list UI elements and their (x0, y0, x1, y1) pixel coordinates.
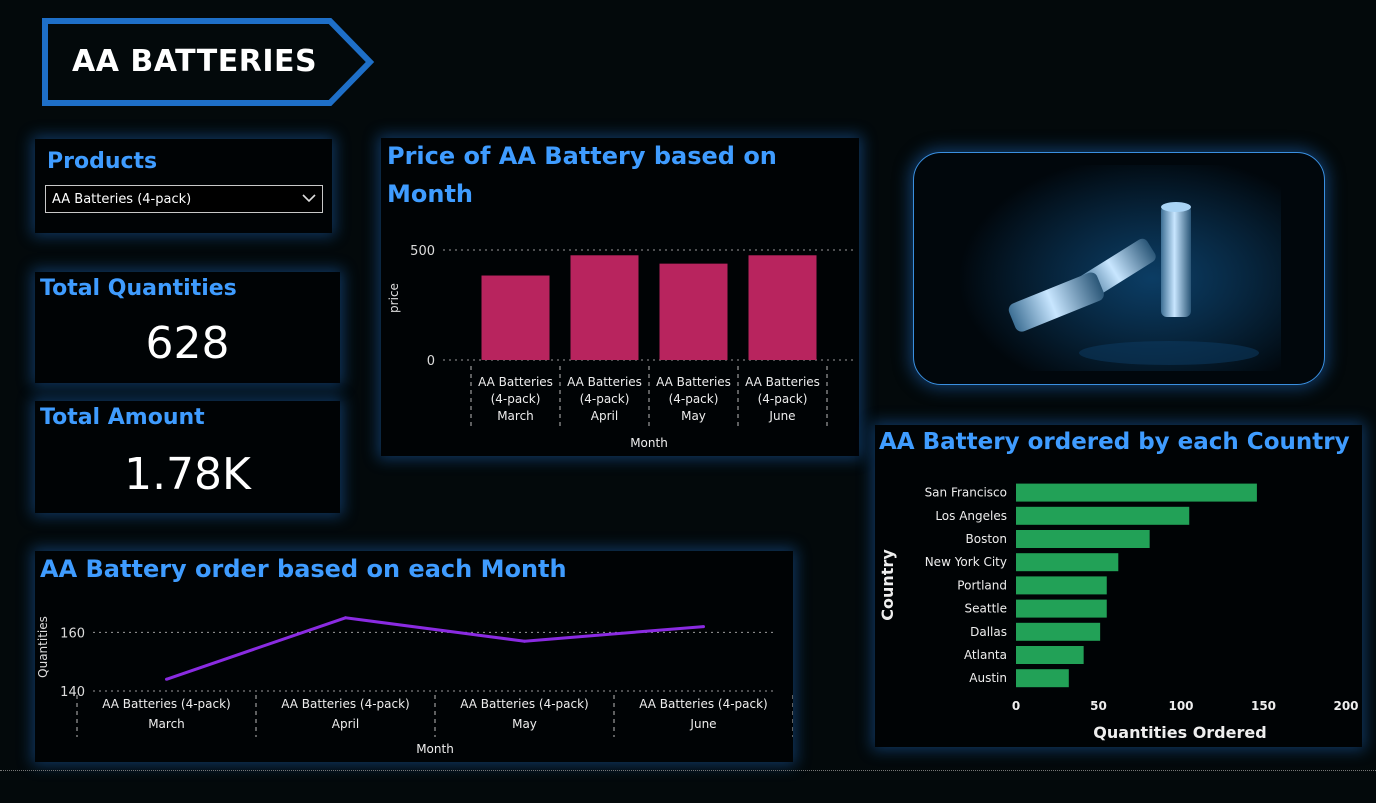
price-bar (748, 255, 817, 360)
country-bar (1016, 530, 1150, 548)
y-axis-label: Quantities (36, 616, 50, 678)
country-bar (1016, 669, 1069, 688)
country-label: Los Angeles (935, 509, 1007, 523)
bottom-divider (0, 770, 1376, 771)
x-tick-label: AA Batteries (745, 375, 820, 389)
total-amount-value: 1.78K (124, 449, 251, 500)
x-tick-label: March (148, 717, 185, 731)
total-amount-label: Total Amount (40, 405, 205, 430)
chevron-down-icon (302, 194, 316, 203)
quantity-point (165, 677, 168, 681)
x-tick-label: AA Batteries (4-pack) (639, 697, 768, 711)
quantity-point (523, 639, 526, 643)
price-bar (659, 263, 728, 360)
x-tick-label: AA Batteries (656, 375, 731, 389)
total-quantities-label: Total Quantities (40, 276, 237, 301)
x-axis-label: Month (630, 436, 668, 450)
battery-photo (913, 152, 1325, 385)
price-chart: 0 500 price AA Batteries (4-pack) March AA Bat… (387, 244, 855, 450)
country-chart-panel: AA Battery ordered by each Country San F… (875, 425, 1362, 747)
x-tick-label: 100 (1168, 699, 1193, 713)
y-axis-label: price (387, 283, 401, 313)
x-tick-label: 50 (1090, 699, 1107, 713)
quantity-point (344, 616, 347, 620)
country-bar-chart: San Francisco Los Angeles Boston New York C… (878, 483, 1359, 742)
country-label: Boston (966, 532, 1007, 546)
country-bar (1016, 599, 1107, 618)
dashboard-title: AA BATTERIES (72, 44, 318, 79)
country-label: Atlanta (964, 648, 1007, 662)
x-tick-label: (4-pack) (669, 392, 719, 406)
x-tick-label: May (681, 409, 706, 423)
x-axis-label: Month (416, 742, 454, 756)
x-tick-label: June (689, 717, 716, 731)
y-tick-label: 160 (60, 626, 85, 641)
y-tick-label: 0 (427, 354, 435, 369)
x-axis-label: Quantities Ordered (1093, 723, 1266, 742)
x-tick-label: AA Batteries (567, 375, 642, 389)
x-tick-label: (4-pack) (580, 392, 630, 406)
x-tick-label: AA Batteries (4-pack) (102, 697, 231, 711)
country-label: New York City (925, 555, 1007, 569)
x-tick-label: March (497, 409, 534, 423)
order-line-chart: 140 160 Quantities AA Batteries (4-pack) Mar… (36, 616, 793, 756)
products-filter-title: Products (47, 149, 158, 174)
quantity-line (166, 616, 704, 681)
x-tick-label: AA Batteries (478, 375, 553, 389)
total-quantities-card: Total Quantities 628 (35, 272, 340, 383)
country-bar (1016, 483, 1257, 502)
x-tick-label: May (512, 717, 537, 731)
x-tick-label: (4-pack) (758, 392, 808, 406)
x-tick-label: April (591, 409, 618, 423)
country-label: Seattle (965, 602, 1007, 616)
quantity-point (702, 625, 705, 629)
order-line-chart-panel: AA Battery order based on each Month 140… (35, 551, 793, 762)
total-quantities-value: 628 (145, 318, 230, 369)
country-label: Austin (969, 671, 1007, 685)
country-label: San Francisco (925, 486, 1007, 500)
x-tick-label: (4-pack) (491, 392, 541, 406)
x-tick-label: 0 (1012, 699, 1020, 713)
price-bar (481, 275, 550, 360)
x-tick-label: 200 (1333, 699, 1358, 713)
x-tick-label: June (768, 409, 795, 423)
y-axis-label: Country (878, 549, 897, 621)
price-bar (570, 255, 639, 360)
country-label: Dallas (970, 625, 1007, 639)
country-bar (1016, 622, 1101, 641)
product-dropdown[interactable]: AA Batteries (4-pack) (45, 185, 323, 213)
product-dropdown-value: AA Batteries (4-pack) (52, 192, 192, 207)
total-amount-card: Total Amount 1.78K (35, 401, 340, 513)
x-tick-label: 150 (1251, 699, 1276, 713)
country-bar (1016, 646, 1084, 664)
country-label: Portland (957, 578, 1007, 592)
country-bar (1016, 576, 1107, 595)
y-tick-label: 140 (60, 685, 85, 700)
battery-illustration (959, 165, 1281, 371)
x-tick-label: AA Batteries (4-pack) (281, 697, 410, 711)
y-tick-label: 500 (410, 244, 435, 259)
price-chart-panel: Price of AA Battery based on Month 0 500 p… (381, 138, 859, 456)
country-bar (1016, 506, 1190, 525)
country-bar (1016, 553, 1119, 572)
x-tick-label: April (332, 717, 359, 731)
x-tick-label: AA Batteries (4-pack) (460, 697, 589, 711)
